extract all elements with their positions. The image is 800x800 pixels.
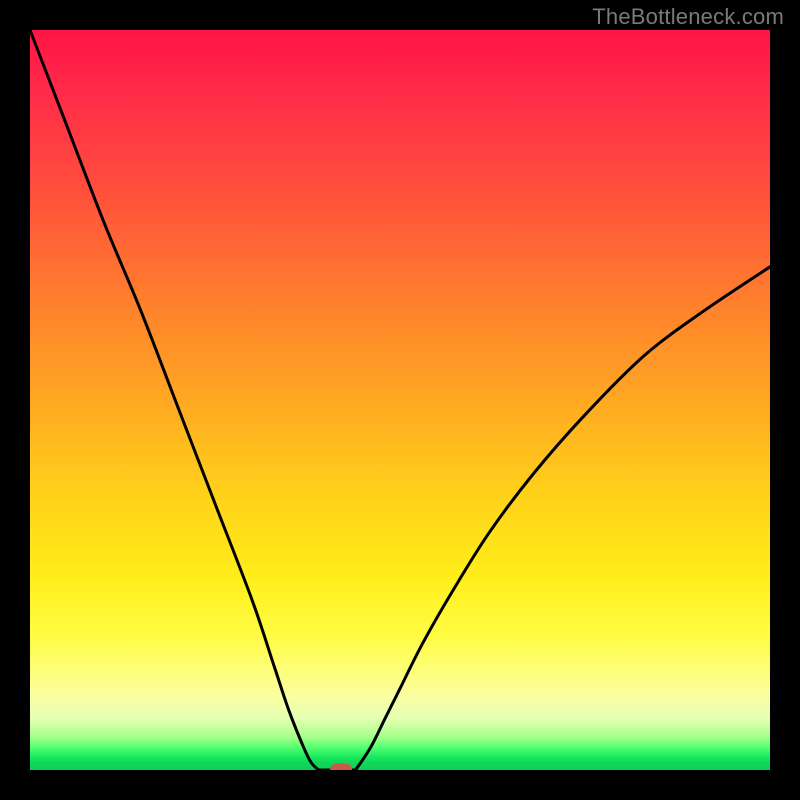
curve-right-branch xyxy=(356,267,770,770)
watermark-text: TheBottleneck.com xyxy=(592,4,784,30)
plot-area xyxy=(30,30,770,770)
curve-left-branch xyxy=(30,30,319,770)
curve-svg xyxy=(30,30,770,770)
chart-frame: TheBottleneck.com xyxy=(0,0,800,800)
valley-marker xyxy=(330,764,352,771)
